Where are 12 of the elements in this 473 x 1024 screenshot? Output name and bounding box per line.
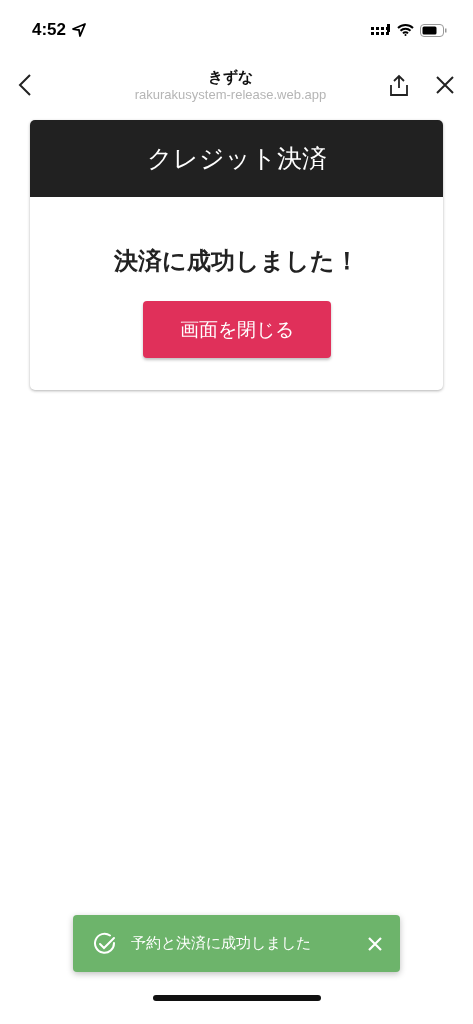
toast-message: 予約と決済に成功しました xyxy=(131,934,312,953)
location-arrow-icon xyxy=(72,23,87,37)
battery-icon xyxy=(420,23,447,37)
status-time: 4:52 xyxy=(32,20,67,40)
success-message: 決済に成功しました！ xyxy=(114,245,359,277)
page-url: rakurakusystem-release.web.app xyxy=(134,87,327,102)
signal-icon xyxy=(371,24,391,36)
close-screen-button[interactable]: 画面を閉じる xyxy=(142,301,331,358)
wifi-icon xyxy=(397,24,414,36)
card-title: クレジット決済 xyxy=(146,143,327,175)
page-title: きずな xyxy=(208,68,253,87)
check-circle-icon xyxy=(93,931,117,956)
